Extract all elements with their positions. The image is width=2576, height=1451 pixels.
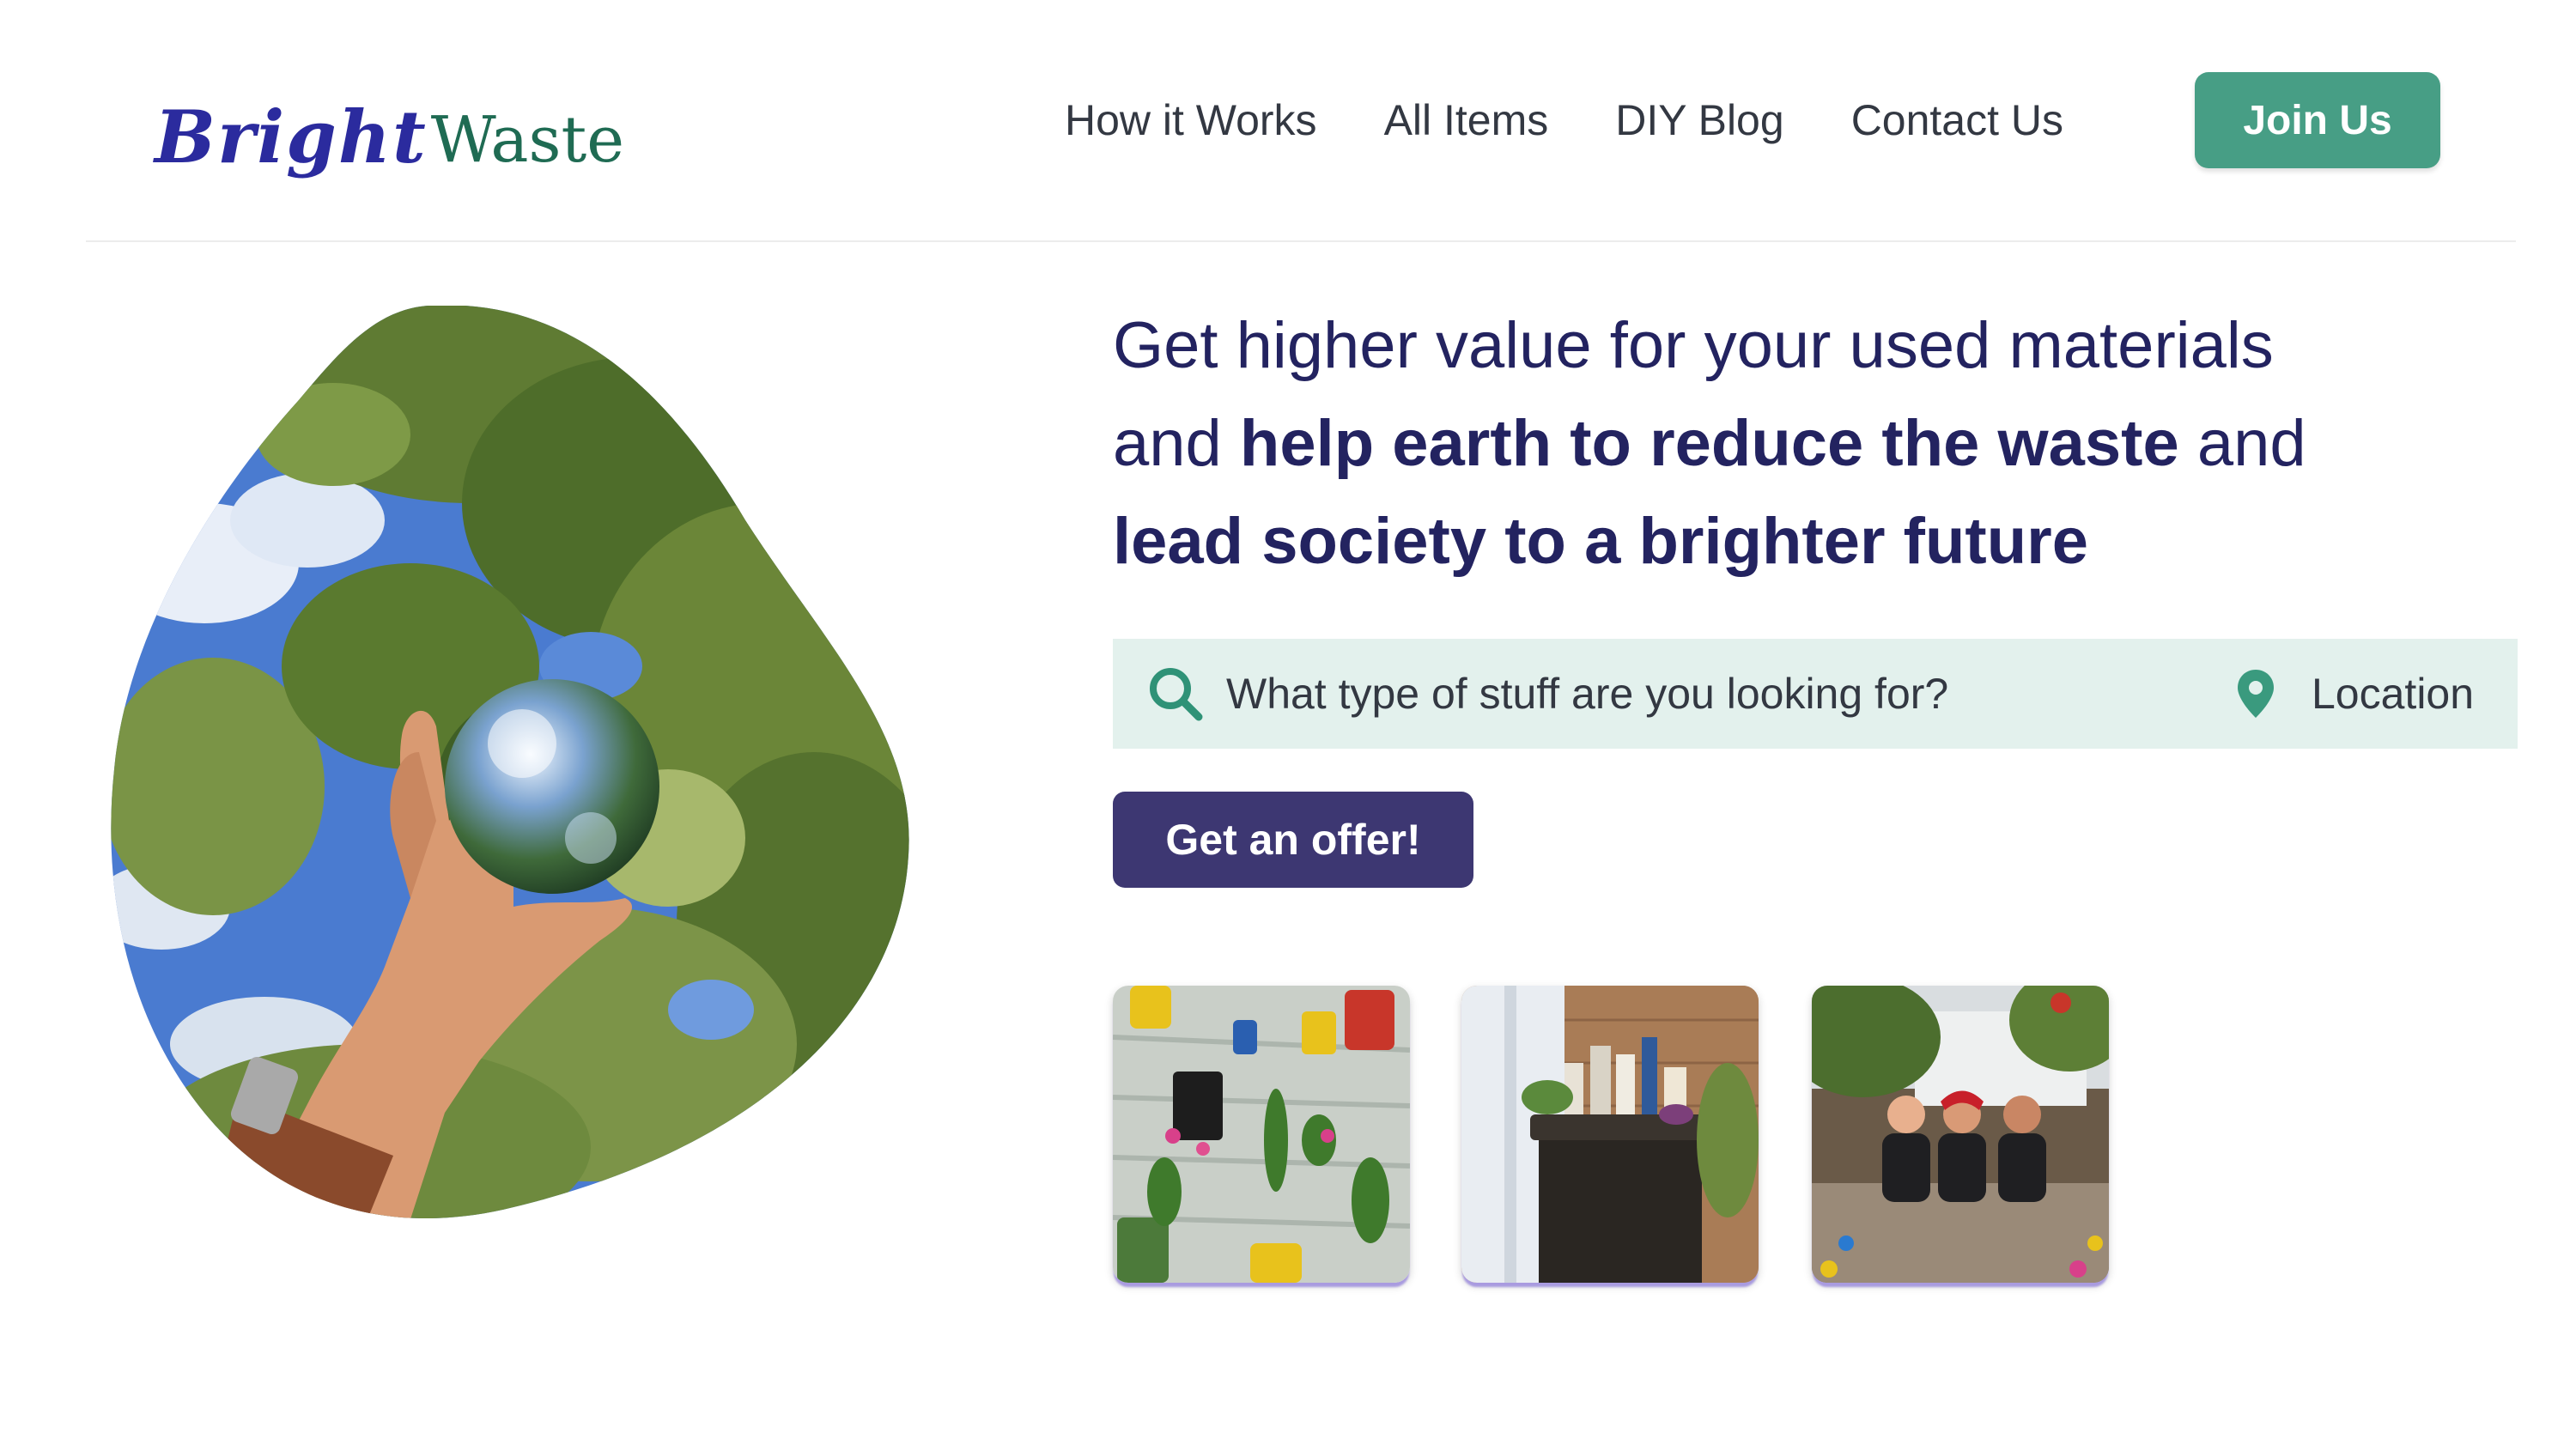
main-nav: How it Works All Items DIY Blog Contact … (1065, 72, 2063, 168)
hanging-can-planters-photo (1113, 986, 1410, 1283)
thumbnail-volunteers[interactable] (1812, 986, 2109, 1283)
nav-link-how-it-works[interactable]: How it Works (1065, 95, 1317, 145)
hero-headline: Get higher value for your used materials… (1113, 297, 2538, 591)
search-icon[interactable] (1147, 665, 1204, 722)
headline-line-2-post: and (2178, 407, 2306, 480)
join-us-button[interactable]: Join Us (2195, 72, 2440, 168)
map-pin-icon (2236, 668, 2275, 719)
search-input[interactable] (1226, 669, 2188, 719)
nav-link-all-items[interactable]: All Items (1384, 95, 1549, 145)
headline-line-2-pre: and (1113, 407, 1240, 480)
thumbnail-planters[interactable] (1113, 986, 1410, 1283)
logo-text-waste: Waste (430, 103, 625, 177)
nav-link-diy-blog[interactable]: DIY Blog (1615, 95, 1783, 145)
headline-line-1: Get higher value for your used materials (1113, 309, 2274, 382)
search-bar (1113, 639, 2518, 749)
get-offer-button[interactable]: Get an offer! (1113, 792, 1473, 888)
nav-link-contact-us[interactable]: Contact Us (1851, 95, 2063, 145)
brand-logo[interactable]: Bright Waste (155, 79, 624, 173)
volunteers-group-photo (1812, 986, 2109, 1283)
headline-line-2-bold: help earth to reduce the waste (1239, 407, 2179, 480)
header-divider (86, 240, 2516, 242)
headline-line-2: and help earth to reduce the waste and (1113, 395, 2538, 493)
headline-line-3-bold: lead society to a brighter future (1113, 505, 2088, 578)
hero-image (110, 305, 910, 1219)
recycling-bin-photo (1461, 986, 1759, 1283)
location-input[interactable] (2312, 669, 2518, 719)
headline-line-3: lead society to a brighter future (1113, 493, 2538, 591)
thumbnail-recycling-bin[interactable] (1461, 986, 1759, 1283)
logo-text-bright: Bright (155, 94, 428, 179)
